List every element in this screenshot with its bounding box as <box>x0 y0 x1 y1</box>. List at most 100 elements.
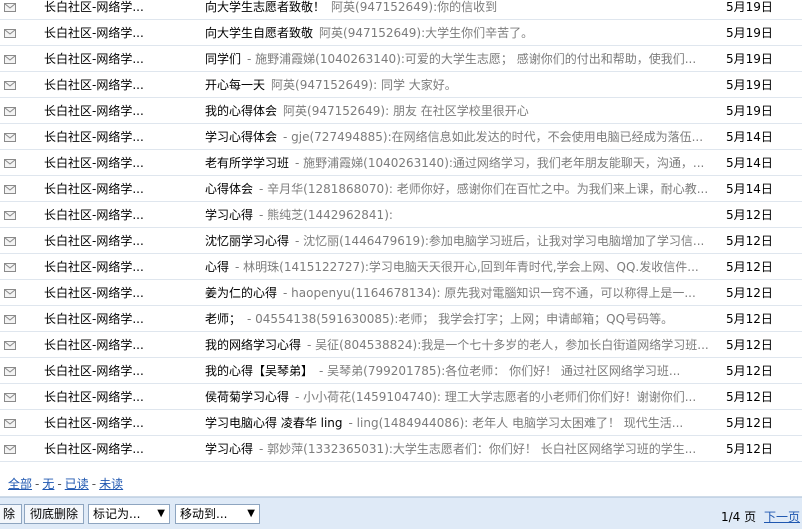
mail-subject-cell[interactable]: 学习心得 - 郭妙萍(1332365031):大学生志愿者们：你们好！ 长白社区网… <box>205 442 710 456</box>
dropdown-arrow-icon: ▼ <box>247 508 255 519</box>
mail-row[interactable]: 长白社区-网络学... 老有所学学习班 - 施野浦霞娣(1040263140):通过… <box>0 150 802 176</box>
mail-row[interactable]: 长白社区-网络学... 姜为仁的心得 - haopenyu(1164678134):… <box>0 280 802 306</box>
envelope-icon <box>4 339 16 350</box>
mail-row[interactable]: 长白社区-网络学... 我的网络学习心得 - 吴征(804538824):我是一个七… <box>0 332 802 358</box>
mail-date: 5月12日 <box>726 364 773 378</box>
select-separator: - <box>35 477 40 491</box>
mail-sender[interactable]: 长白社区-网络学... <box>44 52 194 66</box>
mail-sender[interactable]: 长白社区-网络学... <box>44 442 194 456</box>
mail-date: 5月12日 <box>726 338 773 352</box>
mail-row[interactable]: 长白社区-网络学... 侯荷菊学习心得 - 小小荷花(1459104740): 理工… <box>0 384 802 410</box>
mail-subject[interactable]: 心得 <box>205 260 229 274</box>
mail-preview: - 施野浦霞娣(1040263140):通过网络学习，我们老年朋友能聊天，沟通，… <box>295 156 705 170</box>
select-all-link[interactable]: 全部 <box>8 477 32 491</box>
mail-row[interactable]: 长白社区-网络学... 学习心得 - 郭妙萍(1332365031):大学生志愿者们… <box>0 436 802 462</box>
mail-subject-cell[interactable]: 老师； - 04554138(591630085):老师； 我学会打字；上网；申请… <box>205 312 710 326</box>
mail-sender[interactable]: 长白社区-网络学... <box>44 234 194 248</box>
mail-subject-cell[interactable]: 同学们 - 施野浦霞娣(1040263140):可爱的大学生志愿； 感谢你们的付出… <box>205 52 710 66</box>
mail-row[interactable]: 长白社区-网络学... 向大学生自愿者致敬 阿英(947152649):大学生你们辛… <box>0 20 802 46</box>
mail-preview: - haopenyu(1164678134): 原先我对電腦知识一窍不通，可以称… <box>283 286 696 300</box>
mail-sender[interactable]: 长白社区-网络学... <box>44 208 194 222</box>
mail-preview: - 施野浦霞娣(1040263140):可爱的大学生志愿； 感谢你们的付出和帮助… <box>247 52 697 66</box>
mail-sender[interactable]: 长白社区-网络学... <box>44 390 194 404</box>
mail-subject-cell[interactable]: 向大学生自愿者致敬 阿英(947152649):大学生你们辛苦了。 <box>205 26 710 40</box>
mail-subject-cell[interactable]: 学习心得体会 - gje(727494885):在网络信息如此发达的时代，不会使用… <box>205 130 710 144</box>
mail-subject[interactable]: 姜为仁的心得 <box>205 286 277 300</box>
mail-subject[interactable]: 开心每一天 <box>205 78 265 92</box>
mail-row[interactable]: 长白社区-网络学... 我的心得【吴琴弟】 - 吴琴弟(799201785):各位老… <box>0 358 802 384</box>
mail-subject[interactable]: 我的心得体会 <box>205 104 277 118</box>
mail-subject-cell[interactable]: 开心每一天 阿英(947152649): 同学 大家好。 <box>205 78 710 92</box>
mail-subject[interactable]: 老师； <box>205 312 241 326</box>
mail-subject-cell[interactable]: 老有所学学习班 - 施野浦霞娣(1040263140):通过网络学习，我们老年朋友… <box>205 156 710 170</box>
mail-sender[interactable]: 长白社区-网络学... <box>44 156 194 170</box>
mail-subject[interactable]: 向大学生自愿者致敬 <box>205 26 313 40</box>
mail-row[interactable]: 长白社区-网络学... 学习电脑心得 凌春华 ling - ling(1484944… <box>0 410 802 436</box>
mail-subject[interactable]: 心得体会 <box>205 182 253 196</box>
mail-subject-cell[interactable]: 沈忆丽学习心得 - 沈忆丽(1446479619):参加电脑学习班后，让我对学习电… <box>205 234 710 248</box>
mail-sender[interactable]: 长白社区-网络学... <box>44 130 194 144</box>
select-unread-link[interactable]: 未读 <box>99 477 123 491</box>
select-prefix: ： <box>0 477 8 491</box>
envelope-icon <box>4 235 16 246</box>
mail-date: 5月14日 <box>726 130 773 144</box>
mail-subject-cell[interactable]: 我的心得体会 阿英(947152649): 朋友 在社区学校里很开心 <box>205 104 710 118</box>
mail-sender[interactable]: 长白社区-网络学... <box>44 260 194 274</box>
mail-subject[interactable]: 我的网络学习心得 <box>205 338 301 352</box>
mail-row[interactable]: 长白社区-网络学... 心得体会 - 辛月华(1281868070): 老师你好，感… <box>0 176 802 202</box>
envelope-icon <box>4 261 16 272</box>
mail-row[interactable]: 长白社区-网络学... 沈忆丽学习心得 - 沈忆丽(1446479619):参加电脑… <box>0 228 802 254</box>
mark-as-dropdown[interactable]: 标记为... ▼ <box>88 504 170 524</box>
mail-subject[interactable]: 学习心得 <box>205 208 253 222</box>
mail-subject[interactable]: 同学们 <box>205 52 241 66</box>
mail-row[interactable]: 长白社区-网络学... 开心每一天 阿英(947152649): 同学 大家好。 5月… <box>0 72 802 98</box>
mail-sender[interactable]: 长白社区-网络学... <box>44 0 194 14</box>
mail-row[interactable]: 长白社区-网络学... 同学们 - 施野浦霞娣(1040263140):可爱的大学生… <box>0 46 802 72</box>
mail-subject[interactable]: 向大学生志愿者致敬！ <box>205 0 325 14</box>
next-page-link[interactable]: 下一页 <box>764 508 800 525</box>
mail-date: 5月19日 <box>726 104 773 118</box>
select-read-link[interactable]: 已读 <box>65 477 89 491</box>
mail-subject-cell[interactable]: 我的心得【吴琴弟】 - 吴琴弟(799201785):各位老师： 你们好！ 通过社… <box>205 364 710 378</box>
mail-subject[interactable]: 老有所学学习班 <box>205 156 289 170</box>
mail-sender[interactable]: 长白社区-网络学... <box>44 182 194 196</box>
mail-sender[interactable]: 长白社区-网络学... <box>44 312 194 326</box>
partial-button[interactable]: 除 <box>0 504 22 524</box>
mail-date: 5月12日 <box>726 208 773 222</box>
mail-subject-cell[interactable]: 侯荷菊学习心得 - 小小荷花(1459104740): 理工大学志愿者的小老师们你… <box>205 390 710 404</box>
mail-row[interactable]: 长白社区-网络学... 向大学生志愿者致敬！ 阿英(947152649):你的信收到… <box>0 0 802 20</box>
mail-sender[interactable]: 长白社区-网络学... <box>44 78 194 92</box>
mail-row[interactable]: 长白社区-网络学... 老师； - 04554138(591630085):老师； … <box>0 306 802 332</box>
mail-row[interactable]: 长白社区-网络学... 学习心得体会 - gje(727494885):在网络信息如… <box>0 124 802 150</box>
mail-subject[interactable]: 侯荷菊学习心得 <box>205 390 289 404</box>
mail-sender[interactable]: 长白社区-网络学... <box>44 338 194 352</box>
mail-row[interactable]: 长白社区-网络学... 我的心得体会 阿英(947152649): 朋友 在社区学校… <box>0 98 802 124</box>
mail-sender[interactable]: 长白社区-网络学... <box>44 286 194 300</box>
mail-subject[interactable]: 沈忆丽学习心得 <box>205 234 289 248</box>
mail-date: 5月12日 <box>726 312 773 326</box>
mail-subject-cell[interactable]: 我的网络学习心得 - 吴征(804538824):我是一个七十多岁的老人，参加长白… <box>205 338 710 352</box>
mail-sender[interactable]: 长白社区-网络学... <box>44 26 194 40</box>
mail-sender[interactable]: 长白社区-网络学... <box>44 416 194 430</box>
mail-subject[interactable]: 学习心得 <box>205 442 253 456</box>
mail-subject-cell[interactable]: 心得体会 - 辛月华(1281868070): 老师你好，感谢你们在百忙之中。为我… <box>205 182 710 196</box>
mail-sender[interactable]: 长白社区-网络学... <box>44 104 194 118</box>
mail-preview: 阿英(947152649): 朋友 在社区学校里很开心 <box>283 104 529 118</box>
mail-subject-cell[interactable]: 心得 - 林明珠(1415122727):学习电脑天天很开心,回到年青时代,学会上… <box>205 260 710 274</box>
mail-subject[interactable]: 学习心得体会 <box>205 130 277 144</box>
move-to-dropdown[interactable]: 移动到... ▼ <box>175 504 260 524</box>
mail-subject[interactable]: 我的心得【吴琴弟】 <box>205 364 313 378</box>
mail-subject-cell[interactable]: 学习心得 - 熊纯芝(1442962841): <box>205 208 710 222</box>
mail-subject[interactable]: 学习电脑心得 凌春华 ling <box>205 416 343 430</box>
mail-preview: - 04554138(591630085):老师； 我学会打字；上网；申请邮箱；… <box>247 312 674 326</box>
envelope-icon <box>4 417 16 428</box>
permanent-delete-button[interactable]: 彻底删除 <box>24 504 84 524</box>
mail-subject-cell[interactable]: 姜为仁的心得 - haopenyu(1164678134): 原先我对電腦知识一窍… <box>205 286 710 300</box>
mail-subject-cell[interactable]: 学习电脑心得 凌春华 ling - ling(1484944086): 老年人 电… <box>205 416 710 430</box>
mail-row[interactable]: 长白社区-网络学... 心得 - 林明珠(1415122727):学习电脑天天很开心… <box>0 254 802 280</box>
mail-sender[interactable]: 长白社区-网络学... <box>44 364 194 378</box>
mail-subject-cell[interactable]: 向大学生志愿者致敬！ 阿英(947152649):你的信收到 <box>205 0 710 14</box>
page-indicator: 1/4 页 <box>721 510 757 524</box>
select-none-link[interactable]: 无 <box>42 477 54 491</box>
mail-row[interactable]: 长白社区-网络学... 学习心得 - 熊纯芝(1442962841): 5月12日 <box>0 202 802 228</box>
